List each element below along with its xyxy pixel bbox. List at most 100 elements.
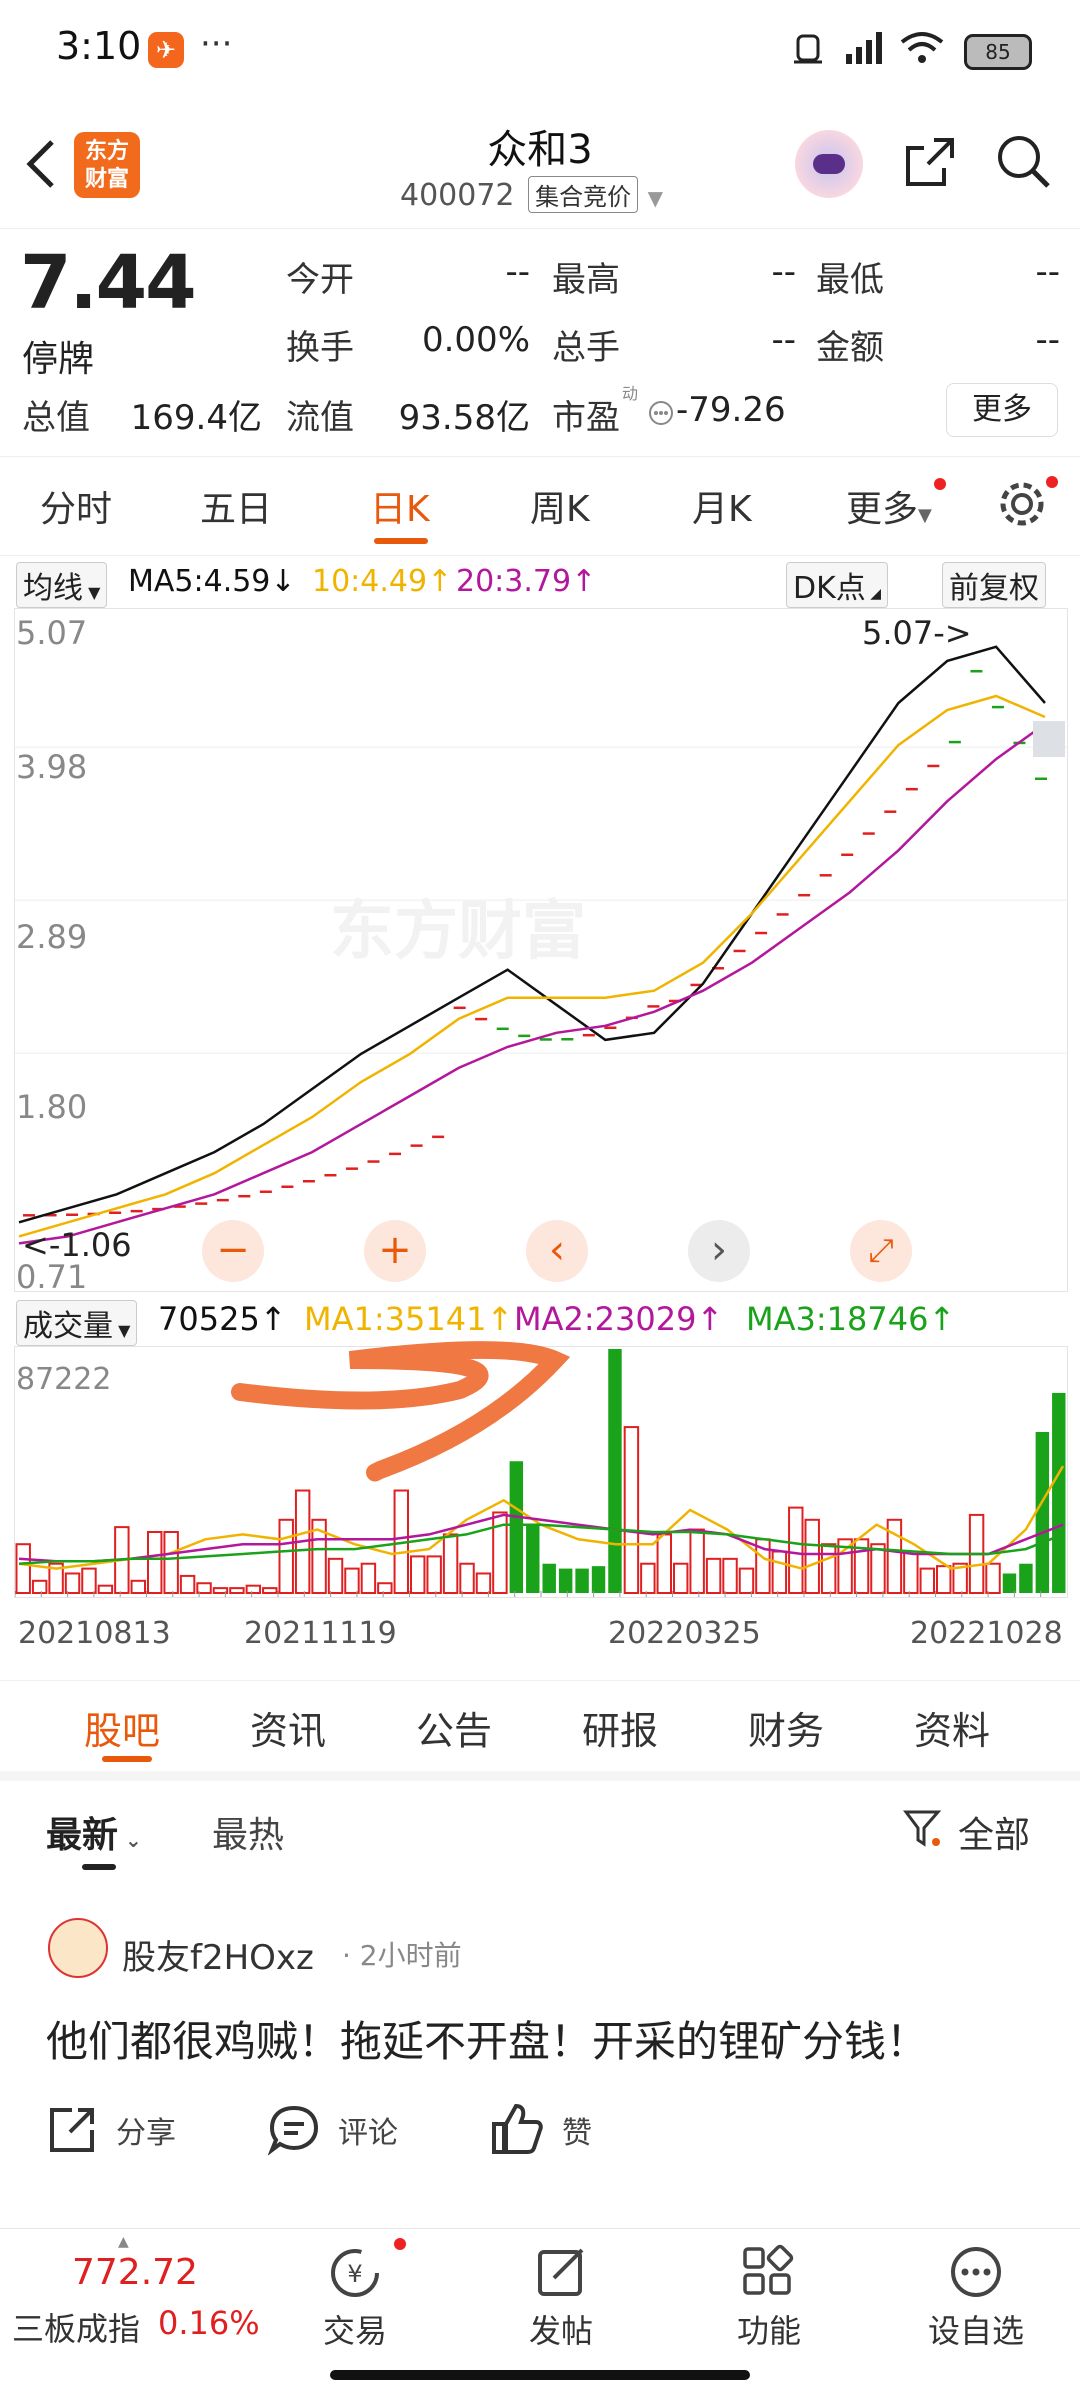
field-label-turnover: 换手: [286, 328, 354, 368]
tab-intraday[interactable]: 分时: [40, 480, 112, 532]
more-quote-button[interactable]: 更多: [946, 383, 1058, 437]
volume-bar: [526, 1524, 540, 1593]
date-label: 20210813: [18, 1616, 171, 1651]
index-value[interactable]: 772.72: [72, 2252, 198, 2293]
tab-news[interactable]: 资讯: [250, 1700, 326, 1755]
ma20-value-text: 20:3.79: [456, 564, 572, 599]
status-bar: 3:10 ✈ ··· 85: [0, 0, 1080, 100]
dk-point-button[interactable]: DK点 ◢: [786, 562, 888, 608]
functions-grid-icon[interactable]: [740, 2244, 796, 2300]
tab-five-day[interactable]: 五日: [200, 480, 272, 532]
ma10-value: 10:4.49↑: [312, 564, 453, 599]
volume-bar: [985, 1562, 1001, 1595]
indicator-select[interactable]: 均线 ▼: [16, 562, 108, 608]
sort-indicator: [82, 1864, 116, 1870]
date-label: 20220325: [608, 1616, 761, 1651]
volume-indicator-select[interactable]: 成交量 ▼: [16, 1300, 138, 1346]
compose-icon[interactable]: [534, 2244, 590, 2300]
ma5-value: MA5:4.59↓: [128, 564, 296, 599]
search-icon[interactable]: [994, 132, 1054, 192]
volume-bar: [656, 1533, 672, 1595]
ma20-value: 20:3.79↑: [456, 564, 597, 599]
volume-bar: [1035, 1431, 1050, 1593]
notification-dot: [394, 2238, 406, 2250]
annotation-arrow-mark: [231, 1341, 570, 1482]
nav-functions[interactable]: 功能: [724, 2306, 814, 2352]
avatar[interactable]: [48, 1918, 108, 1978]
sort-latest-label: 最新: [46, 1815, 119, 1856]
stock-subtitle[interactable]: 400072 集合竞价 ▼: [400, 176, 663, 213]
tab-more[interactable]: 更多▼: [846, 480, 932, 532]
date-label: 20221028: [910, 1616, 1063, 1651]
filter-all[interactable]: 全部: [958, 1806, 1030, 1858]
status-time: 3:10: [56, 24, 142, 68]
y-tick: 3.98: [16, 748, 88, 786]
more-dots-icon[interactable]: [948, 2244, 1004, 2300]
volume-bar: [591, 1566, 606, 1593]
tab-forum[interactable]: 股吧: [84, 1700, 160, 1755]
tab-daily-k[interactable]: 日K: [370, 480, 430, 532]
chevron-up-icon[interactable]: ▲: [118, 2234, 129, 2250]
volume-bar: [344, 1567, 360, 1595]
volume-bar: [673, 1562, 689, 1595]
trade-yen-icon[interactable]: ¥: [326, 2244, 384, 2302]
tab-financials[interactable]: 财务: [748, 1700, 824, 1755]
sort-hottest[interactable]: 最热: [212, 1806, 284, 1858]
volume-max-label: 87222: [16, 1362, 112, 1397]
wifi-icon: [900, 32, 944, 63]
filter-icon[interactable]: [902, 1808, 942, 1850]
zoom-in-button[interactable]: +: [364, 1220, 426, 1282]
volume-bar: [442, 1533, 459, 1595]
vol-ma3-value: MA3:18746↑: [746, 1300, 956, 1338]
ma-line-3: [18, 722, 1046, 1245]
like-icon[interactable]: [490, 2102, 544, 2156]
tab-announcements[interactable]: 公告: [416, 1700, 492, 1755]
vol-ma3-text: MA3:18746: [746, 1300, 929, 1338]
volume-bar: [410, 1555, 426, 1594]
pe-info-icon[interactable]: [648, 400, 674, 426]
last-price: 7.44: [20, 240, 197, 326]
volume-bar: [623, 1426, 640, 1594]
tab-monthly-k[interactable]: 月K: [692, 480, 752, 532]
field-label-total-cap: 总值: [22, 398, 90, 438]
sort-latest[interactable]: 最新 ⌄: [46, 1806, 142, 1858]
share-button[interactable]: 分享: [116, 2108, 176, 2152]
tab-profile[interactable]: 资料: [914, 1700, 990, 1755]
settings-gear-icon[interactable]: [996, 478, 1048, 530]
home-indicator: [330, 2370, 750, 2380]
field-value-low: --: [1035, 252, 1060, 292]
volume-bar: [97, 1584, 114, 1594]
field-value-pe: -79.26: [676, 390, 786, 430]
tab-research[interactable]: 研报: [582, 1700, 658, 1755]
volume-bar: [558, 1568, 573, 1593]
y-tick: 1.80: [16, 1088, 88, 1126]
fullscreen-button[interactable]: ⤢: [850, 1220, 912, 1282]
field-value-open: --: [505, 252, 530, 292]
index-name[interactable]: 三板成指: [12, 2304, 140, 2350]
nav-add-watchlist[interactable]: 设自选: [918, 2306, 1034, 2352]
nav-post[interactable]: 发帖: [516, 2306, 606, 2352]
share-icon[interactable]: [46, 2104, 98, 2156]
volume-bar: [608, 1349, 622, 1593]
ai-assistant-avatar[interactable]: [795, 130, 863, 198]
tab-weekly-k[interactable]: 周K: [530, 480, 590, 532]
comment-button[interactable]: 评论: [338, 2108, 398, 2152]
volume-bar: [377, 1582, 393, 1595]
scroll-left-button[interactable]: ‹: [526, 1220, 588, 1282]
like-button[interactable]: 赞: [562, 2108, 592, 2152]
nav-trade[interactable]: 交易: [310, 2306, 400, 2352]
scroll-right-button[interactable]: ›: [688, 1220, 750, 1282]
field-label-volume: 总手: [552, 328, 620, 368]
svg-text:¥: ¥: [347, 2260, 362, 2288]
zoom-out-button[interactable]: −: [202, 1220, 264, 1282]
tab-more-label: 更多: [846, 489, 919, 530]
share-icon[interactable]: [900, 132, 960, 192]
battery-indicator: 85: [964, 34, 1032, 70]
comment-icon[interactable]: [268, 2104, 320, 2156]
post-body[interactable]: 他们都很鸡贼！拖延不开盘！开采的锂矿分钱！: [46, 2008, 928, 2069]
post-username[interactable]: 股友f2HOxz: [122, 1930, 314, 1979]
volume-bar: [245, 1584, 262, 1594]
adjust-button[interactable]: 前复权: [942, 562, 1046, 608]
chevron-down-icon: ▼: [647, 186, 664, 210]
volume-bar: [278, 1518, 294, 1594]
